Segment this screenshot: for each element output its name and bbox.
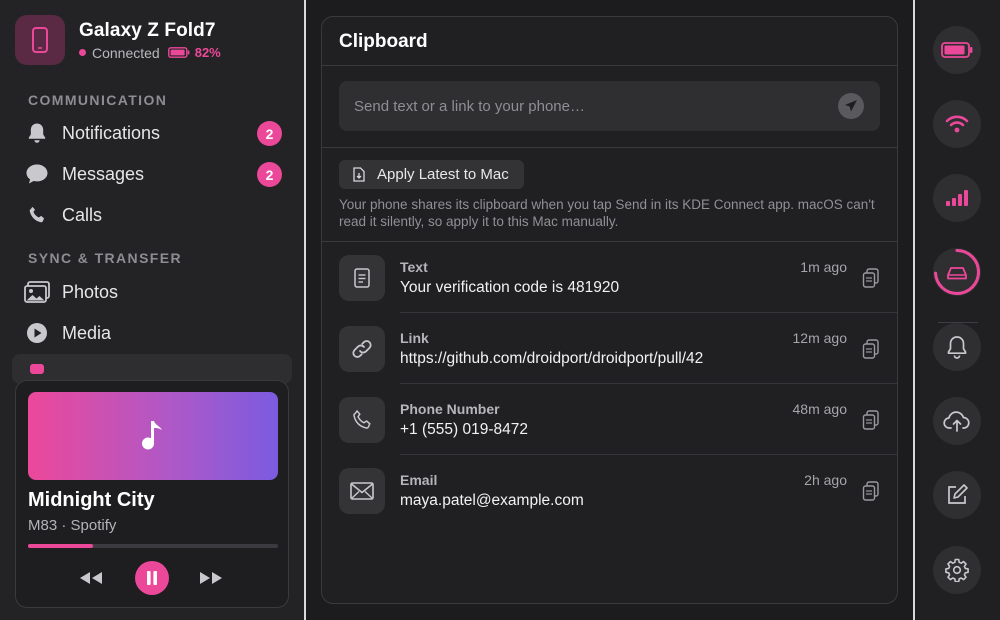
- item-value: maya.patel@example.com: [400, 492, 584, 509]
- gear-icon: [945, 558, 969, 582]
- battery-percent: 82%: [194, 45, 221, 60]
- phone-handset-icon: [339, 397, 385, 443]
- fast-forward-icon: [200, 572, 222, 584]
- copy-icon[interactable]: [861, 480, 881, 502]
- bell-icon: [947, 336, 967, 359]
- battery-icon: [941, 42, 973, 58]
- item-time: 12m ago: [792, 330, 847, 346]
- pause-button[interactable]: [135, 561, 169, 595]
- pause-icon: [147, 571, 157, 585]
- wifi-status-button[interactable]: [933, 100, 981, 148]
- clipboard-item[interactable]: Text Your verification code is 481920 1m…: [322, 242, 897, 313]
- document-icon: [339, 255, 385, 301]
- album-art: [28, 392, 278, 480]
- device-name: Galaxy Z Fold7: [79, 19, 216, 41]
- play-circle-icon: [24, 320, 50, 346]
- send-button[interactable]: [838, 93, 864, 119]
- item-time: 48m ago: [792, 401, 847, 417]
- bell-icon: [24, 120, 50, 146]
- compose-button[interactable]: [933, 471, 981, 519]
- item-value: Your verification code is 481920: [400, 279, 620, 296]
- item-time: 1m ago: [800, 259, 847, 275]
- item-value: +1 (555) 019-8472: [400, 421, 528, 438]
- next-track-button[interactable]: [198, 561, 224, 595]
- connection-status: Connected: [92, 44, 160, 61]
- phone-icon: [15, 15, 65, 65]
- device-header[interactable]: Galaxy Z Fold7 Connected 82%: [15, 15, 221, 65]
- sidebar-item-calls[interactable]: Calls: [12, 196, 292, 234]
- sidebar-item-label: Notifications: [62, 122, 161, 143]
- link-icon: [339, 326, 385, 372]
- sidebar-item-photos[interactable]: Photos: [12, 273, 292, 311]
- sidebar-item-label: Calls: [62, 204, 103, 225]
- cloud-upload-icon: [943, 411, 970, 432]
- item-type: Phone Number: [400, 401, 500, 417]
- sidebar-item-label: Messages: [62, 163, 145, 184]
- clipboard-hint: Your phone shares its clipboard when you…: [339, 197, 875, 229]
- item-type: Link: [400, 330, 429, 346]
- send-divider: [322, 147, 897, 148]
- section-sync-transfer: SYNC & TRANSFER: [28, 250, 183, 266]
- clipboard-item[interactable]: Email maya.patel@example.com 2h ago: [322, 455, 897, 526]
- ring-phone-button[interactable]: [933, 323, 981, 371]
- title-divider: [322, 65, 897, 66]
- envelope-icon: [339, 468, 385, 514]
- sidebar-item-media[interactable]: Media: [12, 314, 292, 352]
- rewind-icon: [80, 572, 102, 584]
- storage-icon: [934, 249, 980, 295]
- sidebar-item-messages[interactable]: Messages 2: [12, 155, 292, 193]
- copy-icon[interactable]: [861, 267, 881, 289]
- wifi-icon: [945, 115, 969, 133]
- copy-icon[interactable]: [861, 338, 881, 360]
- rail-divider: [913, 0, 915, 620]
- clipboard-panel: Clipboard Apply Latest to Mac Your phone…: [321, 16, 898, 604]
- sidebar-item-notifications[interactable]: Notifications 2: [12, 114, 292, 152]
- right-rail: [916, 0, 1000, 620]
- compose-icon: [948, 484, 968, 504]
- status-dot: [79, 49, 86, 56]
- storage-status-button[interactable]: [933, 248, 981, 296]
- settings-button[interactable]: [933, 546, 981, 594]
- message-count-badge: 2: [257, 162, 282, 187]
- clipboard-item[interactable]: Link https://github.com/droidport/droidp…: [322, 313, 897, 384]
- apply-latest-label: Apply Latest to Mac: [377, 166, 509, 183]
- playback-progress-fill: [28, 544, 93, 548]
- playback-progress[interactable]: [28, 544, 278, 548]
- phone-handset-icon: [24, 202, 50, 228]
- item-time: 2h ago: [804, 472, 847, 488]
- photos-icon: [24, 279, 50, 305]
- paper-plane-icon: [845, 100, 857, 112]
- item-type: Email: [400, 472, 438, 488]
- clipboard-icon: [30, 364, 44, 374]
- send-text-input[interactable]: [339, 81, 829, 131]
- item-type: Text: [400, 259, 428, 275]
- clipboard-item[interactable]: Phone Number +1 (555) 019-8472 48m ago: [322, 384, 897, 455]
- previous-track-button[interactable]: [78, 561, 104, 595]
- item-value: https://github.com/droidport/droidport/p…: [400, 350, 704, 367]
- panel-title: Clipboard: [339, 31, 428, 52]
- sidebar: Galaxy Z Fold7 Connected 82% COMMUNICATI…: [0, 0, 304, 620]
- send-text-box: [339, 81, 880, 131]
- send-files-button[interactable]: [933, 397, 981, 445]
- document-download-icon: [353, 167, 365, 182]
- signal-status-button[interactable]: [933, 174, 981, 222]
- section-communication: COMMUNICATION: [28, 92, 168, 108]
- music-note-icon: [142, 421, 162, 450]
- signal-icon: [946, 190, 968, 206]
- sidebar-item-label: Media: [62, 322, 112, 343]
- device-status: Connected 82%: [79, 45, 221, 61]
- track-artist: M83 · Spotify: [28, 517, 117, 534]
- battery-status-button[interactable]: [933, 26, 981, 74]
- copy-icon[interactable]: [861, 409, 881, 431]
- apply-latest-button[interactable]: Apply Latest to Mac: [339, 160, 524, 189]
- track-title: Midnight City: [28, 489, 155, 511]
- notification-count-badge: 2: [257, 121, 282, 146]
- chat-bubble-icon: [24, 161, 50, 187]
- battery-icon: [167, 45, 190, 61]
- sidebar-item-label: Photos: [62, 281, 119, 302]
- now-playing-card: Midnight City M83 · Spotify: [15, 380, 289, 608]
